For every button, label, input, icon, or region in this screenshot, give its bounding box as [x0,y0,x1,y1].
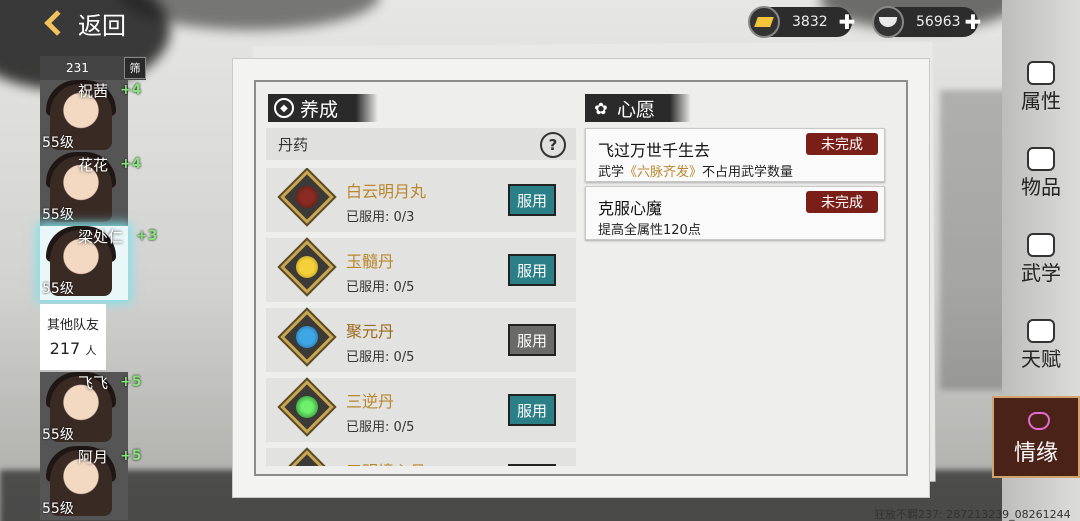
member-name: 花花 [78,156,109,174]
pill-header-label: 丹药 [278,135,309,154]
status-badge: 未完成 [806,133,878,155]
pill-count: 已服用: 0/3 [346,210,415,225]
nurture-section-title: ◆ 养成 [268,94,378,122]
party-roster: 231 筛 55级 祝茜 +4 55级 花花 +4 55级 梁处仁 +3 其他队… [40,56,157,521]
back-label: 返回 [78,11,126,40]
martial-art-name: 《六脉齐发》 [624,165,703,180]
pill-row: 玉髓丹 已服用: 0/5 服用 [266,238,576,302]
nav-label: 情缘 [1013,441,1058,466]
pill-name: 三逆丹 [346,392,395,411]
wish-title: 心愿 [617,98,656,121]
wish-card[interactable]: 飞过万世千生去 武学《六脉齐发》不占用武学数量 未完成 [585,128,885,182]
pill-name: 玉髓丹 [346,252,395,271]
member-bonus: +5 [120,374,142,390]
take-pill-button-disabled[interactable]: 服用 [508,324,556,356]
white-cloud-pill-icon [296,186,318,208]
member-bonus: +4 [120,82,142,98]
silver-value: 56963 [916,14,961,30]
pill-name: 聚元丹 [346,322,395,341]
pill-frame-icon [280,450,334,466]
pill-list-header: 丹药 ? [266,128,576,160]
nav-item-talent[interactable]: 天赋 [1002,310,1080,380]
wish-section-title: ✿ 心愿 [585,94,691,122]
pill-name: 五明境心丹 [346,458,426,466]
member-bonus: +4 [120,156,142,172]
member-bonus: +3 [136,228,158,244]
lotus-icon: ✿ [594,98,608,118]
player-id-watermark: 狂放不羁237: 287213239_08261244 [874,508,1071,521]
member-level: 55级 [42,427,74,443]
nurture-title: 养成 [300,98,339,121]
pill-row: 五明境心丹 服用 [266,448,576,466]
take-pill-button[interactable]: 服用 [508,464,556,466]
pill-count: 已服用: 0/5 [346,420,415,435]
nurture-icon: ◆ [274,98,294,118]
nav-label: 属性 [1021,88,1061,113]
pill-list[interactable]: 白云明月丸 已服用: 0/3 服用 玉髓丹 已服用: 0/5 服用 聚元丹 已服… [266,168,576,466]
jade-marrow-pill-icon [296,256,318,278]
three-reverse-pill-icon [296,396,318,418]
member-level: 55级 [42,281,74,297]
back-button[interactable]: 返回 [44,4,126,42]
other-teammates-count: 217 [49,339,81,358]
talent-icon [1027,318,1055,343]
wish-card[interactable]: 克服心魔 提高全属性120点 未完成 [585,186,885,240]
nav-label: 天赋 [1021,346,1061,371]
take-pill-button[interactable]: 服用 [508,394,556,426]
take-pill-button[interactable]: 服用 [508,184,556,216]
pill-row: 三逆丹 已服用: 0/5 服用 [266,378,576,442]
pill-name: 白云明月丸 [346,182,427,201]
pill-count: 已服用: 0/5 [346,350,415,365]
back-arrow-icon [44,10,70,36]
nav-label: 物品 [1021,174,1061,199]
add-silver-button[interactable]: ✚ [962,11,984,33]
status-badge: 未完成 [806,191,878,213]
wish-description: 提高全属性120点 [598,223,701,238]
pill-count: 已服用: 0/5 [346,280,415,295]
member-name: 祝茜 [78,82,109,100]
member-level: 55级 [42,501,74,517]
gold-ingot-icon [748,6,780,38]
member-name: 阿月 [78,448,109,466]
nav-label: 武学 [1021,260,1061,285]
wish-title: 飞过万世千生去 [598,141,711,160]
roster-filter-bar: 231 筛 [40,56,146,80]
silver-currency: 56963 ✚ [872,6,981,38]
heart-icon [1028,412,1050,430]
other-teammates-label: 其他队友 [46,318,99,333]
member-name: 梁处仁 [78,228,124,246]
nav-item-martial[interactable]: 武学 [1002,224,1080,294]
nav-item-romance-selected[interactable]: 情缘 [992,396,1080,478]
take-pill-button[interactable]: 服用 [508,254,556,286]
help-icon[interactable]: ? [540,132,566,158]
member-level: 55级 [42,207,74,223]
nav-item-attributes[interactable]: 属性 [1002,52,1080,122]
pill-row: 白云明月丸 已服用: 0/3 服用 [266,168,576,232]
silver-ingot-icon [872,6,904,38]
nav-item-items[interactable]: 物品 [1002,138,1080,208]
pill-row: 聚元丹 已服用: 0/5 服用 [266,308,576,372]
gold-value: 3832 [792,14,828,30]
member-bonus: +5 [120,448,142,464]
attribute-icon [1027,60,1055,85]
gold-currency: 3832 ✚ [748,6,855,38]
wish-description: 武学《六脉齐发》不占用武学数量 [598,165,794,180]
member-level: 55级 [42,135,74,151]
other-teammates-unit: 人 [85,344,97,357]
add-gold-button[interactable]: ✚ [836,11,858,33]
item-box-icon [1027,146,1055,171]
gathering-pill-icon [296,326,318,348]
filter-button[interactable]: 筛 [124,57,146,79]
wish-title: 克服心魔 [598,199,663,218]
martial-book-icon [1027,232,1055,257]
other-teammates-button[interactable]: 其他队友 217 人 [40,304,106,370]
roster-count: 231 [66,61,89,75]
member-name: 飞飞 [78,374,109,392]
